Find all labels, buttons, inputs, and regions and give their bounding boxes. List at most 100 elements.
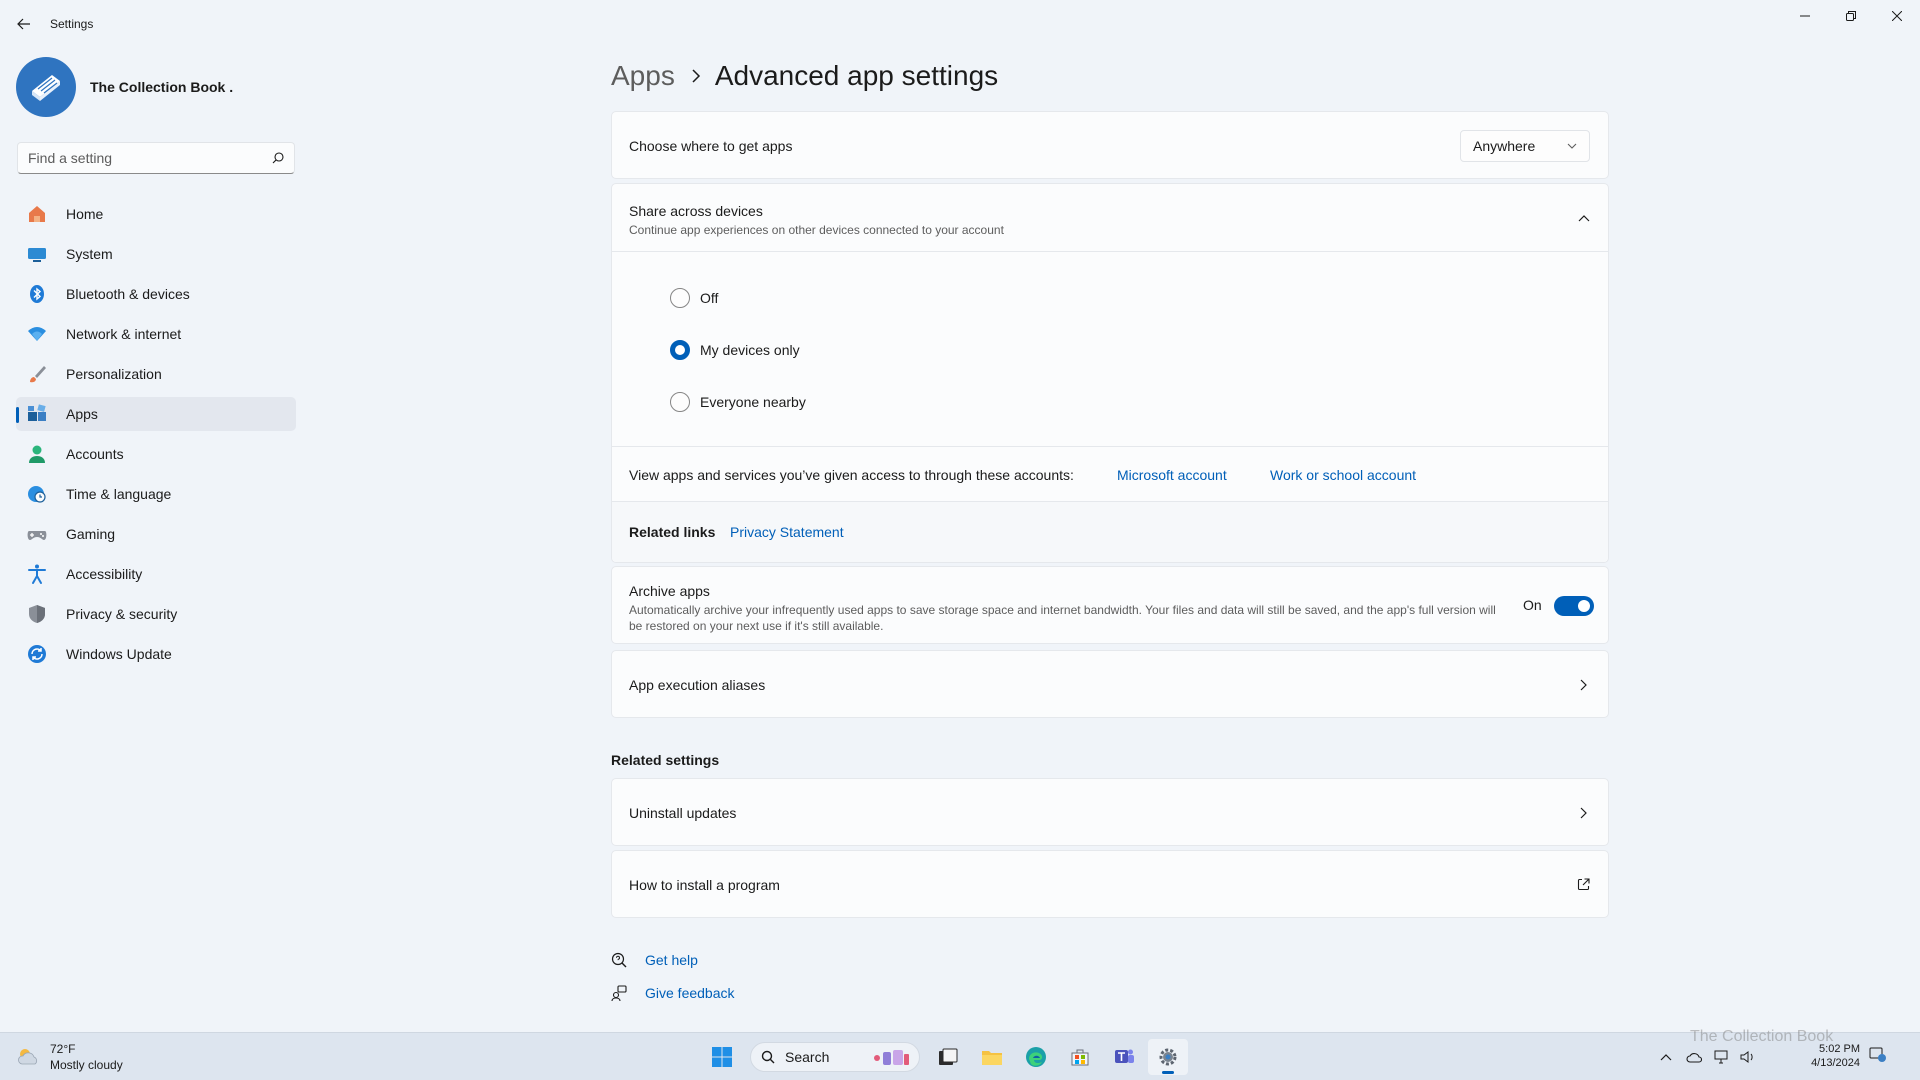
sidebar-item-bluetooth[interactable]: Bluetooth & devices: [16, 277, 296, 311]
share-header[interactable]: Share across devices Continue app experi…: [612, 184, 1608, 252]
update-icon: [26, 643, 48, 665]
get-help-row[interactable]: Get help: [611, 952, 698, 968]
give-feedback-row[interactable]: Give feedback: [611, 985, 735, 1001]
watermark-text: The Collection Book: [1690, 1028, 1834, 1045]
weather-desc: Mostly cloudy: [50, 1058, 123, 1072]
brush-icon: [26, 363, 48, 385]
radio-off[interactable]: Off: [670, 288, 718, 308]
chevron-up-icon[interactable]: [1660, 1053, 1672, 1061]
how-to-install-card[interactable]: How to install a program: [611, 850, 1609, 918]
settings-taskbar-button[interactable]: [1148, 1039, 1188, 1075]
sidebar-item-apps[interactable]: Apps: [16, 397, 296, 431]
feedback-icon: [611, 985, 627, 1001]
privacy-statement-link[interactable]: Privacy Statement: [730, 524, 844, 540]
taskbar-search[interactable]: Search: [750, 1042, 920, 1072]
restore-button[interactable]: [1828, 0, 1874, 32]
microsoft-account-link[interactable]: Microsoft account: [1117, 467, 1227, 483]
apps-icon: [26, 403, 48, 425]
wifi-icon: [26, 323, 48, 345]
sidebar-item-accounts[interactable]: Accounts: [16, 437, 296, 471]
breadcrumb-parent[interactable]: Apps: [611, 60, 675, 92]
task-view-button[interactable]: [928, 1039, 968, 1075]
sidebar-item-label: Time & language: [66, 486, 172, 502]
profile-name: The Collection Book .: [90, 79, 234, 95]
sidebar-item-personalization[interactable]: Personalization: [16, 357, 296, 391]
minimize-button[interactable]: [1782, 0, 1828, 32]
teams-button[interactable]: [1104, 1039, 1144, 1075]
user-profile[interactable]: The Collection Book .: [16, 56, 233, 118]
share-subtitle: Continue app experiences on other device…: [629, 223, 1004, 237]
radio-everyone-nearby[interactable]: Everyone nearby: [670, 392, 806, 412]
sidebar-item-label: Gaming: [66, 526, 116, 542]
search-icon: [761, 1050, 775, 1064]
cloud-icon[interactable]: [1686, 1050, 1702, 1064]
globe-clock-icon: [26, 483, 48, 505]
back-button[interactable]: [12, 12, 36, 36]
sidebar-item-label: Network & internet: [66, 326, 182, 342]
sidebar-item-home[interactable]: Home: [16, 197, 296, 231]
gamepad-icon: [26, 523, 48, 545]
app-execution-aliases-card[interactable]: App execution aliases: [611, 650, 1609, 718]
work-school-account-link[interactable]: Work or school account: [1270, 467, 1416, 483]
settings-search[interactable]: [17, 142, 295, 174]
sidebar-item-system[interactable]: System: [16, 237, 296, 271]
taskbar: 72°F Mostly cloudy Search 5:02 PM 4/13/2…: [0, 1032, 1920, 1080]
sidebar-item-windows-update[interactable]: Windows Update: [16, 637, 296, 671]
get-apps-card: Choose where to get apps Anywhere: [611, 111, 1609, 179]
sidebar-item-label: Privacy & security: [66, 606, 178, 622]
close-button[interactable]: [1874, 0, 1920, 32]
radio-label: Off: [700, 290, 719, 306]
teams-icon: [1115, 1049, 1134, 1063]
get-apps-value: Anywhere: [1473, 138, 1536, 154]
chevron-up-icon[interactable]: [1578, 214, 1590, 222]
get-apps-dropdown[interactable]: Anywhere: [1460, 130, 1590, 162]
radio-button-checked[interactable]: [670, 340, 690, 360]
title-bar: Settings: [0, 0, 1920, 48]
sidebar-item-accessibility[interactable]: Accessibility: [16, 557, 296, 591]
sidebar-item-label: System: [66, 246, 113, 262]
file-explorer-button[interactable]: [972, 1039, 1012, 1075]
store-icon: [1071, 1049, 1089, 1066]
person-icon: [26, 443, 48, 465]
sidebar-item-label: Accounts: [66, 446, 124, 462]
bluetooth-icon: [26, 283, 48, 305]
uninstall-updates-card[interactable]: Uninstall updates: [611, 778, 1609, 846]
store-button[interactable]: [1060, 1039, 1100, 1075]
uninstall-updates-label: Uninstall updates: [629, 805, 737, 821]
aliases-label: App execution aliases: [629, 677, 766, 693]
archive-toggle[interactable]: [1554, 596, 1594, 616]
book-logo-icon: [32, 75, 60, 101]
notification-icon[interactable]: [1868, 1045, 1886, 1063]
radio-my-devices-only[interactable]: My devices only: [670, 340, 800, 360]
chevron-right-icon: [1580, 679, 1587, 691]
sidebar-item-gaming[interactable]: Gaming: [16, 517, 296, 551]
minimize-icon: [1800, 15, 1810, 17]
edge-button[interactable]: [1016, 1039, 1056, 1075]
breadcrumb: Apps Advanced app settings: [611, 54, 998, 98]
sidebar-item-label: Home: [66, 206, 104, 222]
restore-icon: [1846, 11, 1856, 21]
sidebar-item-network[interactable]: Network & internet: [16, 317, 296, 351]
clock[interactable]: 5:02 PM 4/13/2024: [1780, 1042, 1860, 1070]
back-arrow-icon: [17, 18, 30, 30]
related-settings-heading: Related settings: [611, 752, 720, 768]
radio-button[interactable]: [670, 288, 690, 308]
give-feedback-link[interactable]: Give feedback: [645, 985, 735, 1001]
network-icon[interactable]: [1714, 1050, 1730, 1064]
sidebar-item-time-language[interactable]: Time & language: [16, 477, 296, 511]
start-button[interactable]: [702, 1039, 742, 1075]
related-links-label: Related links: [629, 524, 716, 540]
radio-button[interactable]: [670, 392, 690, 412]
chevron-right-icon: [691, 69, 701, 83]
archive-apps-card: Archive apps Automatically archive your …: [611, 566, 1609, 644]
folder-icon: [982, 1051, 1002, 1065]
open-external-icon: [1577, 878, 1590, 891]
system-icon: [26, 243, 48, 265]
weather-widget[interactable]: 72°F Mostly cloudy: [16, 1041, 123, 1073]
get-help-link[interactable]: Get help: [645, 952, 698, 968]
search-input[interactable]: [28, 150, 272, 166]
volume-icon[interactable]: [1740, 1050, 1756, 1064]
search-highlight-icon: [874, 1050, 909, 1065]
sidebar-item-privacy[interactable]: Privacy & security: [16, 597, 296, 631]
search-icon[interactable]: [272, 152, 284, 164]
